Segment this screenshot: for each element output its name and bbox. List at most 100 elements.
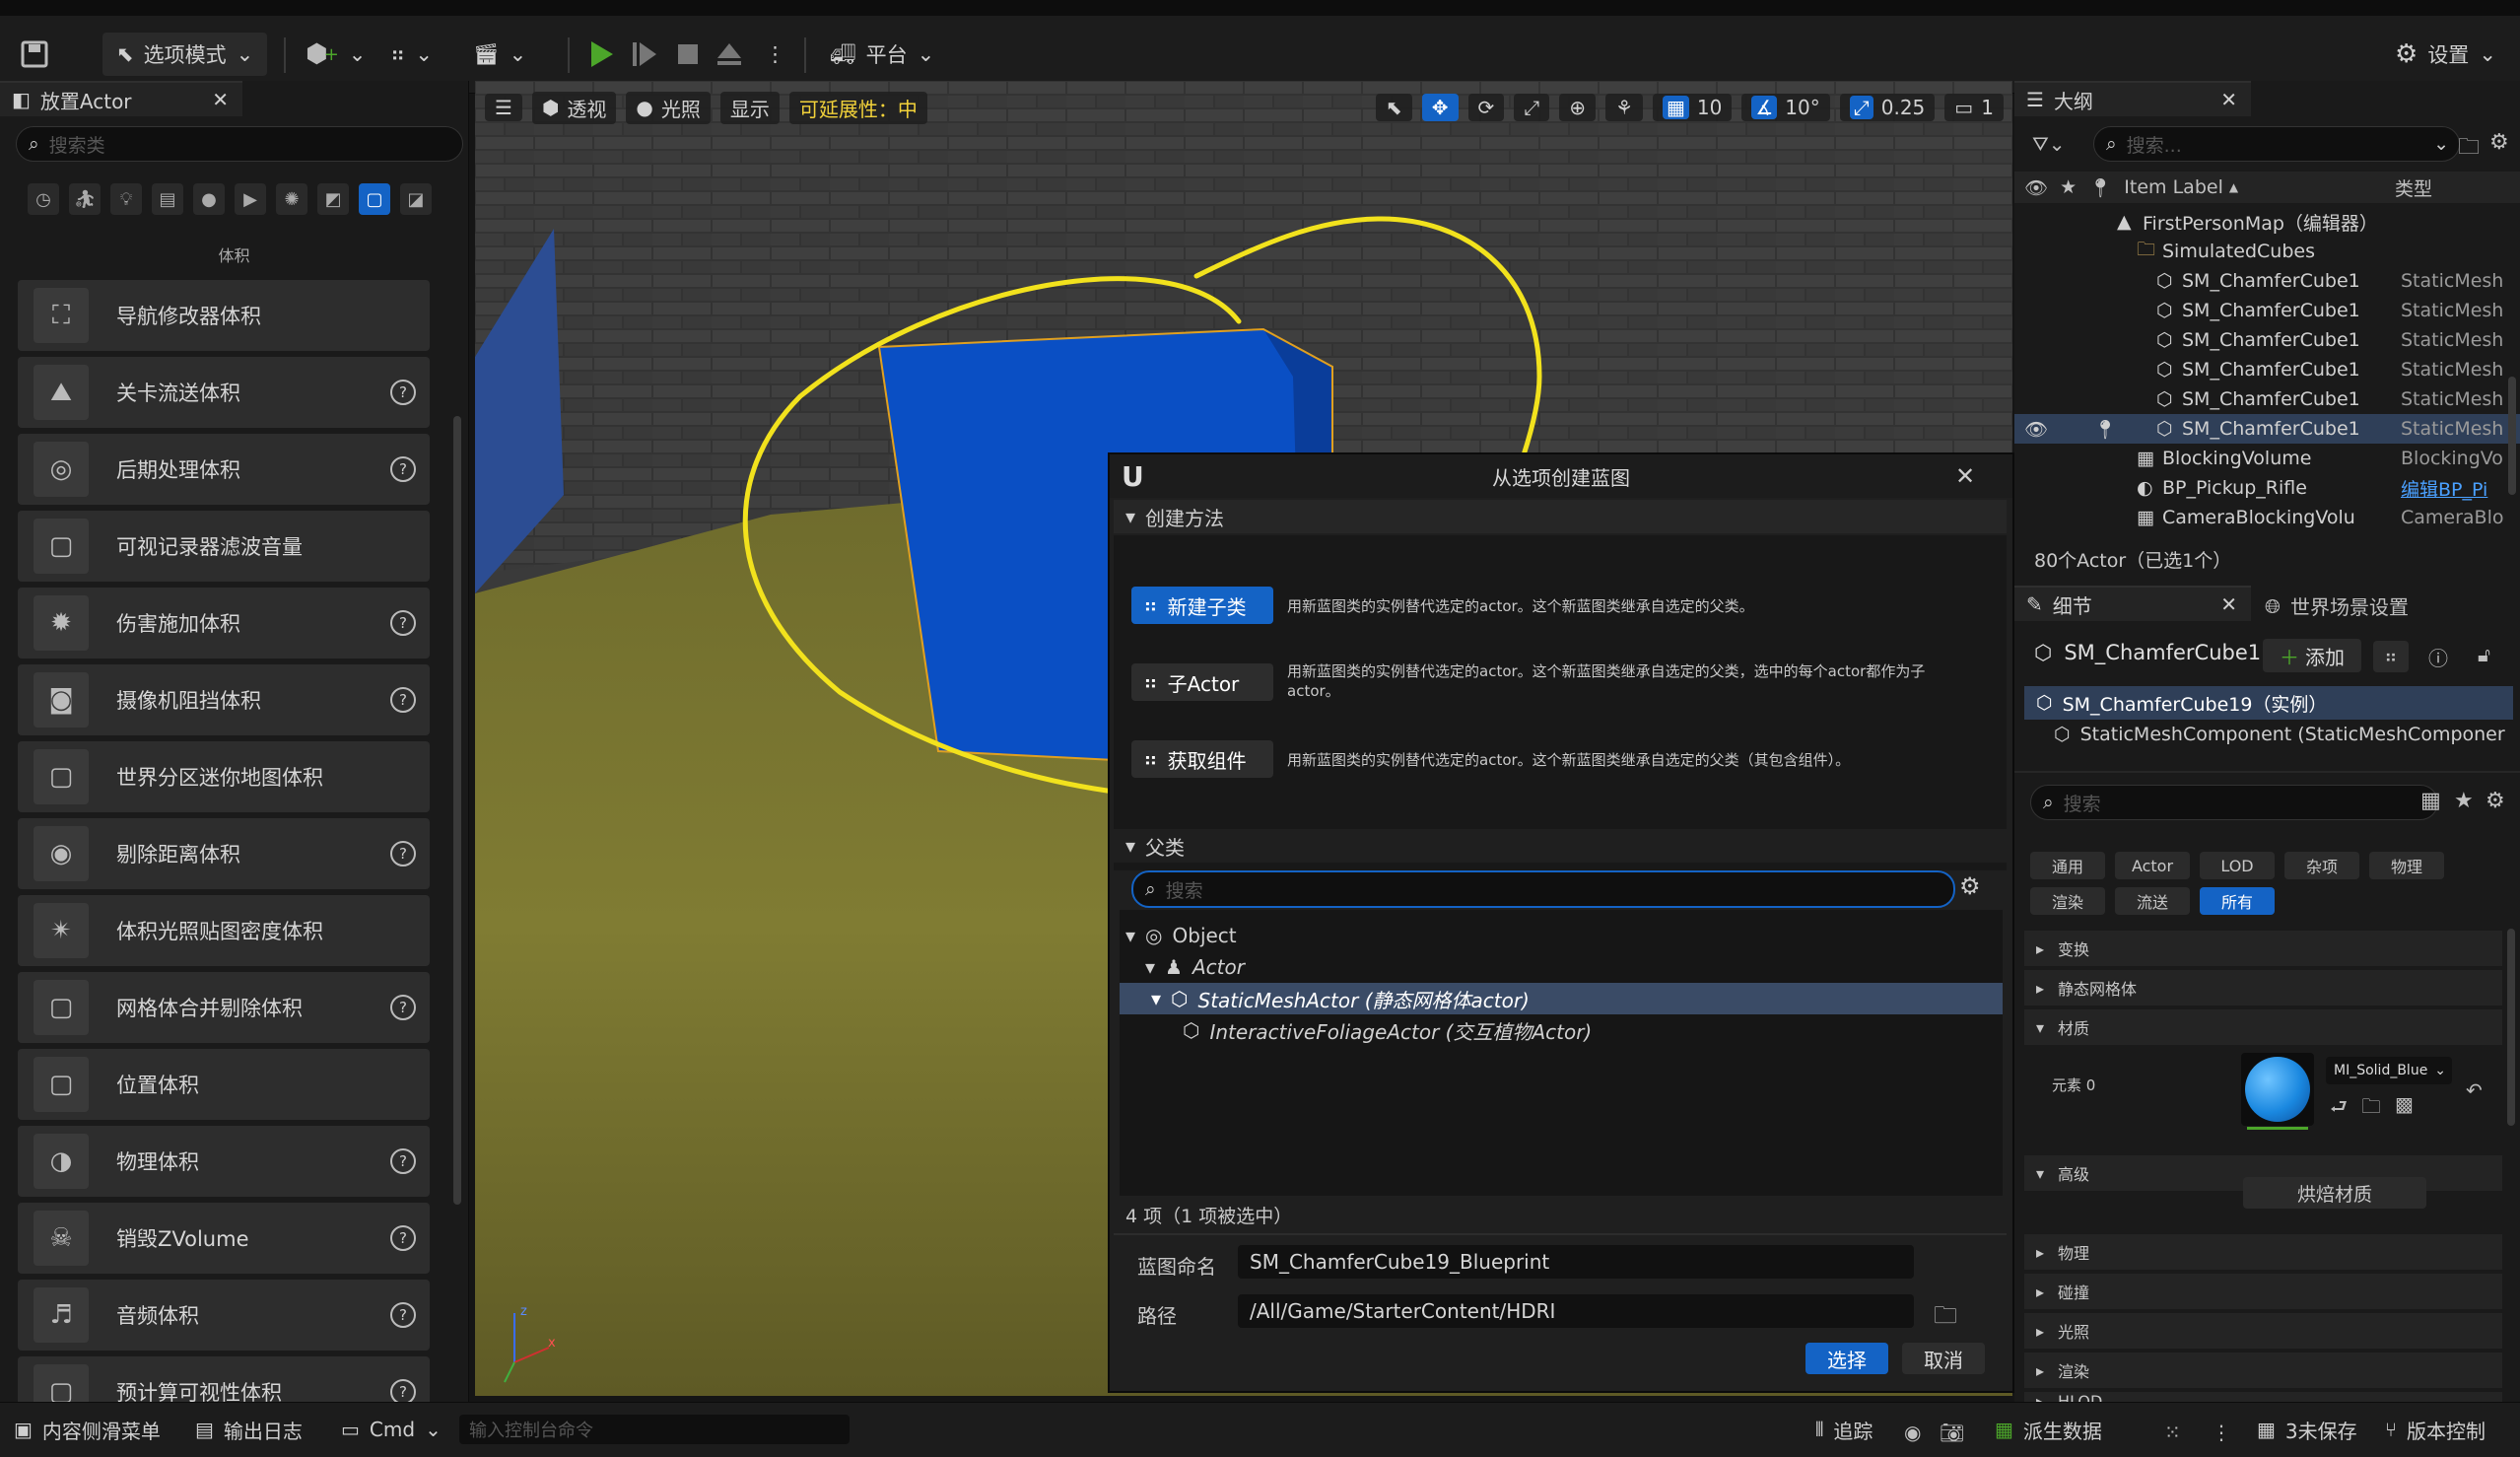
volume-item[interactable]: ▢ 网格体合并剔除体积?: [18, 972, 430, 1043]
blueprint-button[interactable]: ⠶ ⌄: [390, 33, 433, 76]
filter-actor[interactable]: Actor: [2115, 852, 2190, 879]
blueprint-from-selection-button[interactable]: ⠶: [2373, 641, 2409, 672]
pin-icon[interactable]: 📍︎: [2093, 418, 2117, 441]
class-search-input[interactable]: ⌕ 搜索类: [16, 126, 463, 162]
gear-icon[interactable]: ⚙: [2486, 789, 2505, 813]
stop-icon[interactable]: [676, 33, 700, 76]
world-local-icon[interactable]: ⊕: [1559, 94, 1597, 121]
surface-snap-icon[interactable]: ⚘: [1605, 94, 1643, 121]
gear-icon[interactable]: ⚙: [1959, 872, 1981, 900]
bake-materials-button[interactable]: 烘焙材质: [2243, 1177, 2426, 1209]
volume-item[interactable]: ▢ 位置体积: [18, 1049, 430, 1120]
show-button[interactable]: 显示: [719, 91, 780, 124]
type-header[interactable]: 类型: [2395, 174, 2432, 201]
volume-item[interactable]: ♬ 音频体积?: [18, 1280, 430, 1351]
filter-physics[interactable]: 物理: [2369, 852, 2444, 879]
rendering-section[interactable]: ▸ 渲染: [2024, 1353, 2502, 1388]
camera-icon[interactable]: 📷︎: [1940, 1421, 1964, 1444]
network-icon[interactable]: ⁙: [2164, 1421, 2181, 1444]
filter-misc[interactable]: 杂项: [2284, 852, 2359, 879]
folder-add-icon[interactable]: 🗀: [2458, 130, 2480, 168]
eye-icon[interactable]: 👁︎: [2024, 176, 2048, 199]
shapes-icon[interactable]: ◩: [317, 183, 349, 215]
collision-section[interactable]: ▸ 碰撞: [2024, 1274, 2502, 1309]
outliner-search-input[interactable]: ⌕ 搜索... ⌄: [2093, 126, 2460, 162]
outliner-row[interactable]: ▲ FirstPersonMap（编辑器）: [2014, 207, 2520, 237]
add-content-button[interactable]: ⬢ + ⌄: [306, 33, 366, 76]
volume-item[interactable]: ⛰ 关卡流送体积?: [18, 357, 430, 428]
method-section-header[interactable]: ▾ 创建方法: [1114, 500, 2007, 533]
instance-row[interactable]: ⬡ SM_ChamferCube19（实例）: [2024, 686, 2513, 720]
material-selector[interactable]: MI_Solid_Blue ⌄: [2326, 1057, 2452, 1084]
parent-section-header[interactable]: ▾ 父类: [1114, 829, 2007, 863]
filter-all[interactable]: 所有: [2200, 887, 2275, 915]
volume-item[interactable]: ✴ 体积光照贴图密度体积: [18, 895, 430, 966]
volume-item[interactable]: ◑ 物理体积?: [18, 1126, 430, 1197]
scrollbar[interactable]: [453, 416, 461, 1205]
close-icon[interactable]: ✕: [212, 88, 229, 111]
lighting-section[interactable]: ▸ 光照: [2024, 1313, 2502, 1349]
filter-streaming[interactable]: 流送: [2115, 887, 2190, 915]
content-drawer-button[interactable]: ▣ 内容侧滑菜单: [14, 1413, 161, 1446]
geometry-icon[interactable]: ▶: [235, 183, 266, 215]
filter-lod[interactable]: LOD: [2200, 852, 2275, 879]
checker-icon[interactable]: ▩: [2395, 1092, 2414, 1126]
material-thumbnail[interactable]: [2241, 1053, 2314, 1130]
help-icon[interactable]: ?: [390, 456, 416, 482]
outliner-tab[interactable]: ☰ 大纲 ✕: [2014, 81, 2251, 116]
volume-item[interactable]: ▢ 世界分区迷你地图体积: [18, 741, 430, 812]
outliner-row[interactable]: ⬡ SM_ChamferCube1 StaticMesh: [2014, 355, 2520, 384]
perspective-button[interactable]: ⬢ 透视: [531, 91, 617, 124]
scalability-badge[interactable]: 可延展性：中: [788, 91, 927, 124]
tree-item-actor[interactable]: ▾ ♟ Actor: [1120, 951, 2003, 983]
component-row[interactable]: ⬡ StaticMeshComponent (StaticMeshCompone…: [2054, 724, 2505, 745]
light-icon[interactable]: 💡︎: [110, 183, 142, 215]
outliner-row[interactable]: 👁︎ 📍︎ ⬡ SM_ChamferCube1 StaticMesh: [2014, 414, 2520, 444]
scale-icon[interactable]: ⤢: [1514, 94, 1550, 121]
gear-icon[interactable]: ⚙: [2489, 130, 2509, 155]
outliner-row[interactable]: ▦ CameraBlockingVolu CameraBlo: [2014, 503, 2520, 532]
output-log-button[interactable]: ▤ 输出日志: [195, 1413, 303, 1446]
star-icon[interactable]: ★: [2060, 176, 2077, 198]
world-settings-tab[interactable]: 🌐︎ 世界场景设置: [2265, 591, 2409, 620]
volume-item[interactable]: ◙ 摄像机阻挡体积?: [18, 664, 430, 735]
eye-icon[interactable]: 👁︎: [2024, 418, 2048, 441]
place-actor-tab[interactable]: ◧ 放置Actor ✕: [0, 81, 242, 116]
materials-section[interactable]: ▾ 材质: [2024, 1009, 2502, 1045]
volume-item[interactable]: ☠ 销毁ZVolume?: [18, 1203, 430, 1274]
more-options-icon[interactable]: ⋮: [765, 33, 785, 76]
tree-item-object[interactable]: ▾ ◎ Object: [1120, 920, 2003, 951]
star-icon[interactable]: ★: [2454, 789, 2474, 813]
harvest-components-button[interactable]: ⠶ 获取组件: [1131, 740, 1273, 778]
details-search-input[interactable]: ⌕ 搜索: [2030, 785, 2438, 820]
pin-icon[interactable]: 📍︎: [2088, 176, 2112, 199]
item-label-header[interactable]: Item Label: [2124, 176, 2223, 198]
translate-icon[interactable]: ✥: [1421, 94, 1459, 121]
transform-section[interactable]: ▸ 变换: [2024, 931, 2502, 966]
grid-snap-button[interactable]: ▦ 10: [1653, 94, 1733, 121]
filter-general[interactable]: 通用: [2030, 852, 2105, 879]
volumes-icon[interactable]: ▢: [359, 183, 390, 215]
cinematic-icon[interactable]: ▤: [152, 183, 183, 215]
lock-icon[interactable]: 🔓︎: [2478, 643, 2490, 666]
platform-button[interactable]: 🚚︎ 平台 ⌄: [830, 33, 934, 76]
close-icon[interactable]: ✕: [1955, 462, 1975, 490]
source-control-button[interactable]: ⑂ 版本控制: [2385, 1413, 2486, 1446]
browse-icon[interactable]: ⮐: [2330, 1092, 2348, 1126]
play-button[interactable]: [589, 33, 615, 76]
camera-speed-button[interactable]: ▭ 1: [1944, 94, 2004, 121]
volume-item[interactable]: ▢ 可视记录器滤波音量: [18, 511, 430, 582]
outliner-row[interactable]: ⬡ SM_ChamferCube1 StaticMesh: [2014, 296, 2520, 325]
reset-icon[interactable]: ↶: [2466, 1078, 2483, 1102]
path-field[interactable]: /All/Game/StarterContent/HDRI: [1238, 1294, 1914, 1328]
effects-icon[interactable]: ✺: [276, 183, 307, 215]
help-icon[interactable]: ?: [390, 687, 416, 713]
physics-section[interactable]: ▸ 物理: [2024, 1234, 2502, 1270]
volume-item[interactable]: ⛶ 导航修改器体积: [18, 280, 430, 351]
help-icon[interactable]: ?: [390, 610, 416, 636]
volume-item[interactable]: ◉ 剔除距离体积?: [18, 818, 430, 889]
more-options-icon[interactable]: ⋮: [2212, 1421, 2231, 1444]
help-icon[interactable]: ?: [390, 1302, 416, 1328]
cinematics-button[interactable]: 🎬︎ ⌄: [473, 33, 526, 76]
new-subclass-button[interactable]: ⠶ 新建子类: [1131, 587, 1273, 624]
